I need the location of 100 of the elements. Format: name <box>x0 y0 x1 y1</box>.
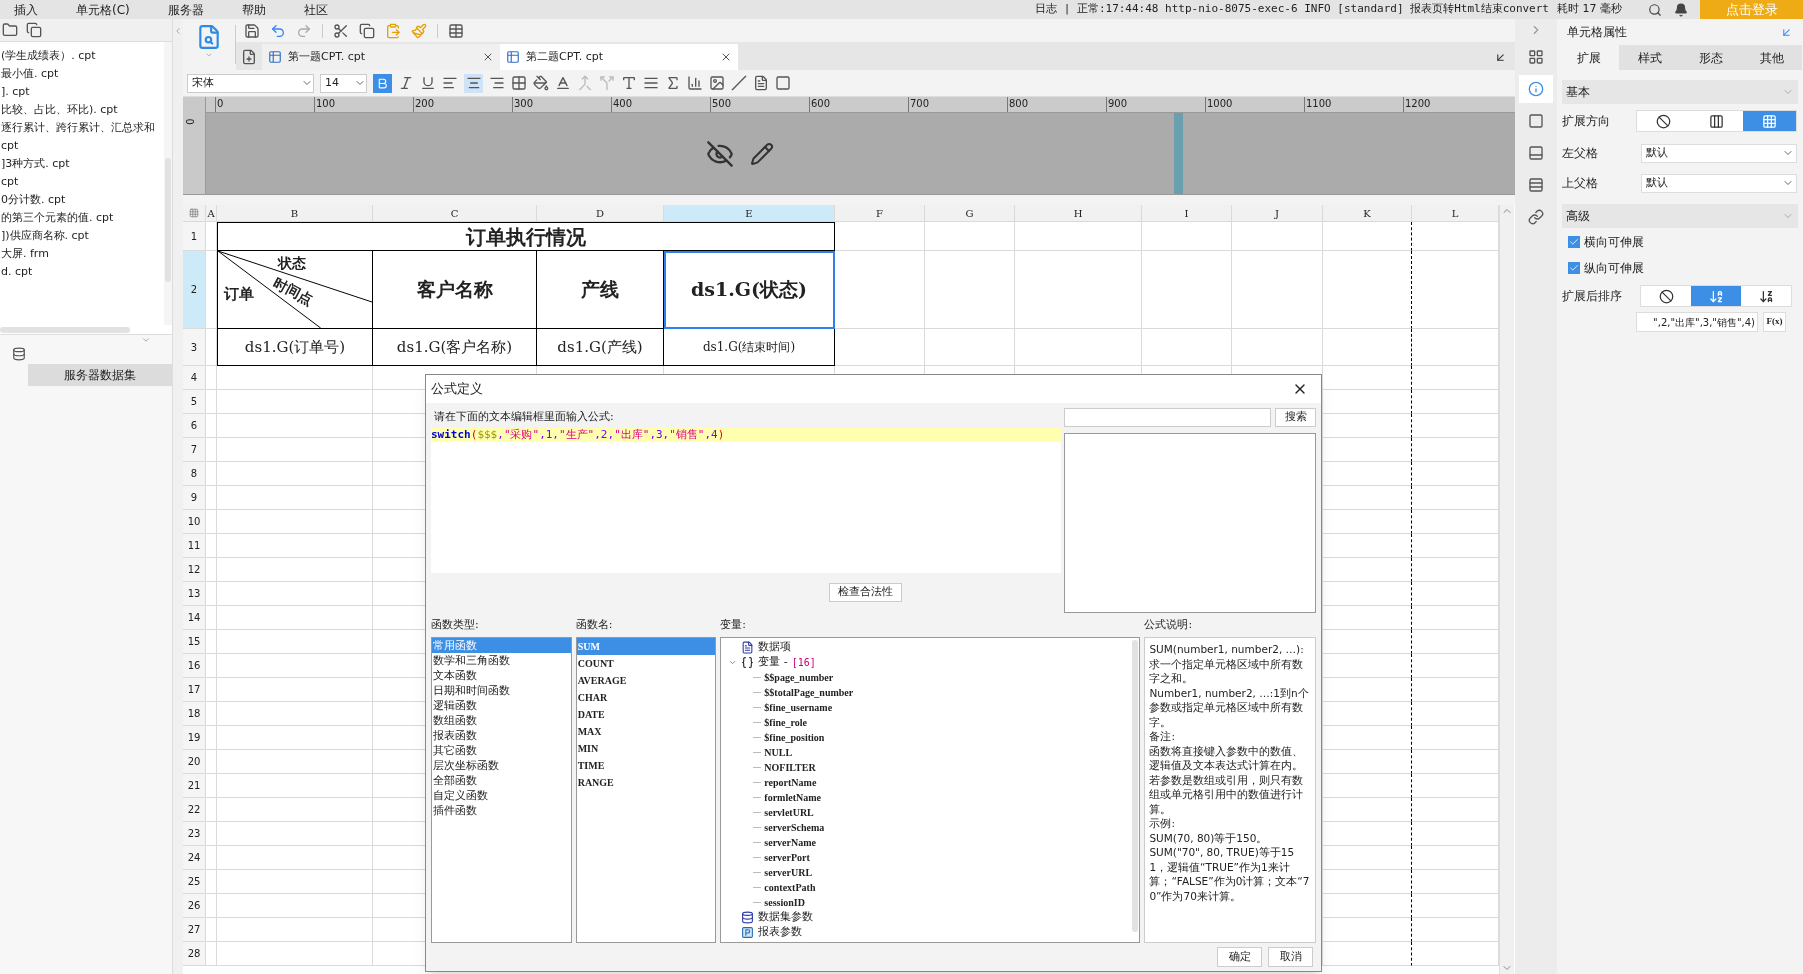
column-header[interactable]: D <box>537 205 664 222</box>
bell-icon[interactable] <box>1674 2 1688 17</box>
search-field[interactable] <box>1064 407 1271 427</box>
list-item[interactable]: 层次坐标函数 <box>432 758 571 773</box>
cancel-button[interactable]: 取消 <box>1268 947 1313 967</box>
underline-icon[interactable] <box>420 75 436 91</box>
merge-icon[interactable] <box>577 75 593 91</box>
row-header[interactable]: 1 <box>183 222 206 251</box>
row-header[interactable]: 10 <box>183 510 206 534</box>
size-select[interactable]: 14 <box>320 73 367 93</box>
data-cell[interactable]: ds1.G(订单号) <box>217 329 373 366</box>
scrollbar-thumb[interactable] <box>1132 640 1139 932</box>
column-header[interactable]: E <box>664 205 835 222</box>
table-cell[interactable] <box>1323 390 1412 414</box>
file-item[interactable]: ]3种方式. cpt <box>1 157 70 170</box>
search-button[interactable]: 搜索 <box>1275 407 1316 427</box>
frame-icon[interactable] <box>775 75 791 91</box>
list-item[interactable]: 插件函数 <box>432 803 571 818</box>
new-sheet-icon[interactable] <box>241 49 257 65</box>
caret-icon[interactable] <box>204 51 214 59</box>
menu-item[interactable]: 单元格(C) <box>76 0 130 19</box>
file-item[interactable]: cpt <box>1 139 19 152</box>
column-header[interactable]: L <box>1412 205 1499 222</box>
checkbox[interactable] <box>1568 236 1580 248</box>
tree-item[interactable]: $fine_position <box>764 730 825 745</box>
tree-item[interactable]: serverSchema <box>764 820 825 835</box>
list-item[interactable]: RANGE <box>576 774 716 791</box>
folder-icon[interactable] <box>2 22 18 38</box>
list-item[interactable]: MAX <box>576 723 716 740</box>
property-tab[interactable]: 其他 <box>1741 45 1802 70</box>
file-item[interactable]: ])供应商名称. cpt <box>1 229 89 242</box>
tree-item[interactable]: 数据项 <box>758 639 792 656</box>
layout-icon[interactable] <box>1528 49 1544 65</box>
sub-report-icon[interactable] <box>753 75 769 91</box>
row-header[interactable]: 22 <box>183 798 206 822</box>
column-header[interactable]: J <box>1232 205 1323 222</box>
table-cell[interactable] <box>1323 630 1412 654</box>
property-tab[interactable]: 扩展 <box>1558 45 1619 70</box>
table-cell[interactable] <box>1323 582 1412 606</box>
data-cell[interactable]: ds1.G(结束时间) <box>664 329 835 366</box>
column-header[interactable]: C <box>373 205 537 222</box>
widget-icon[interactable] <box>1528 145 1544 161</box>
save-icon[interactable] <box>244 22 260 39</box>
list-item[interactable]: 数学和三角函数 <box>432 653 571 668</box>
tree-item[interactable]: 报表参数 <box>758 924 803 941</box>
table-cell[interactable] <box>1323 366 1412 390</box>
column-header[interactable]: I <box>1142 205 1232 222</box>
file-item[interactable]: 最小值. cpt <box>1 67 59 80</box>
dropdown[interactable]: 默认 <box>1641 173 1797 193</box>
row-header[interactable]: 2 <box>183 251 206 329</box>
dropdown[interactable]: 默认 <box>1641 143 1797 163</box>
format-painter-icon[interactable] <box>411 22 427 39</box>
property-tab[interactable]: 形态 <box>1680 45 1741 70</box>
row-header[interactable]: 3 <box>183 329 206 366</box>
check-validity-button[interactable]: 检查合法性 <box>829 583 902 602</box>
list-item[interactable]: 文本函数 <box>432 668 571 683</box>
table-cell[interactable] <box>1323 222 1412 251</box>
tree-item[interactable]: formletName <box>764 790 821 805</box>
file-item[interactable]: 0分计数. cpt <box>1 193 66 206</box>
list-item[interactable]: 逻辑函数 <box>432 698 571 713</box>
tree-item[interactable]: 数据集参数 <box>758 909 814 926</box>
row-header[interactable]: 15 <box>183 630 206 654</box>
tree-item[interactable]: sessionID <box>764 895 805 910</box>
server-dataset-tab[interactable]: 服务器数据集 <box>28 364 172 386</box>
undo-icon[interactable] <box>270 22 286 39</box>
chart-icon[interactable] <box>687 75 703 91</box>
property-tab[interactable]: 样式 <box>1619 45 1680 70</box>
table-cell[interactable] <box>1323 486 1412 510</box>
split-icon[interactable] <box>599 75 615 91</box>
row-header[interactable]: 7 <box>183 438 206 462</box>
tree-item[interactable]: $fine_username <box>764 700 833 715</box>
checkbox[interactable] <box>1568 262 1580 274</box>
formula-editor[interactable]: switch($$$,"采购",1,"生产",2,"出库",3,"销售",4) <box>431 428 1061 573</box>
select-all-icon[interactable] <box>189 208 199 218</box>
row-header[interactable]: 27 <box>183 918 206 942</box>
tree-item[interactable]: NOFILTER <box>764 760 816 775</box>
table-cell[interactable] <box>1323 822 1412 846</box>
fill-icon[interactable] <box>533 75 549 91</box>
font-select[interactable]: 宋体 <box>187 73 314 93</box>
file-item[interactable]: 的第三个元素的值. cpt <box>1 211 114 224</box>
row-header[interactable]: 21 <box>183 774 206 798</box>
table-cell[interactable] <box>1323 654 1412 678</box>
list-item[interactable]: COUNT <box>576 655 716 672</box>
tree-item[interactable]: serverPort <box>764 850 810 865</box>
table-cell[interactable] <box>1323 942 1412 966</box>
list-item[interactable]: 自定义函数 <box>432 788 571 803</box>
row-header[interactable]: 16 <box>183 654 206 678</box>
file-tab[interactable]: 第一题CPT. cpt <box>262 44 500 70</box>
frame-icon[interactable] <box>1528 113 1544 129</box>
row-header[interactable]: 14 <box>183 606 206 630</box>
list-item[interactable]: MIN <box>576 740 716 757</box>
ok-button[interactable]: 确定 <box>1217 947 1262 967</box>
copy-icon[interactable] <box>359 22 375 39</box>
table-cell[interactable] <box>1323 798 1412 822</box>
column-header[interactable]: F <box>835 205 925 222</box>
tree-item[interactable]: $$totalPage_number <box>764 685 854 700</box>
table-cell[interactable] <box>1323 894 1412 918</box>
table-cell[interactable] <box>1323 918 1412 942</box>
list-item[interactable]: 数组函数 <box>432 713 571 728</box>
column-header[interactable]: G <box>925 205 1015 222</box>
